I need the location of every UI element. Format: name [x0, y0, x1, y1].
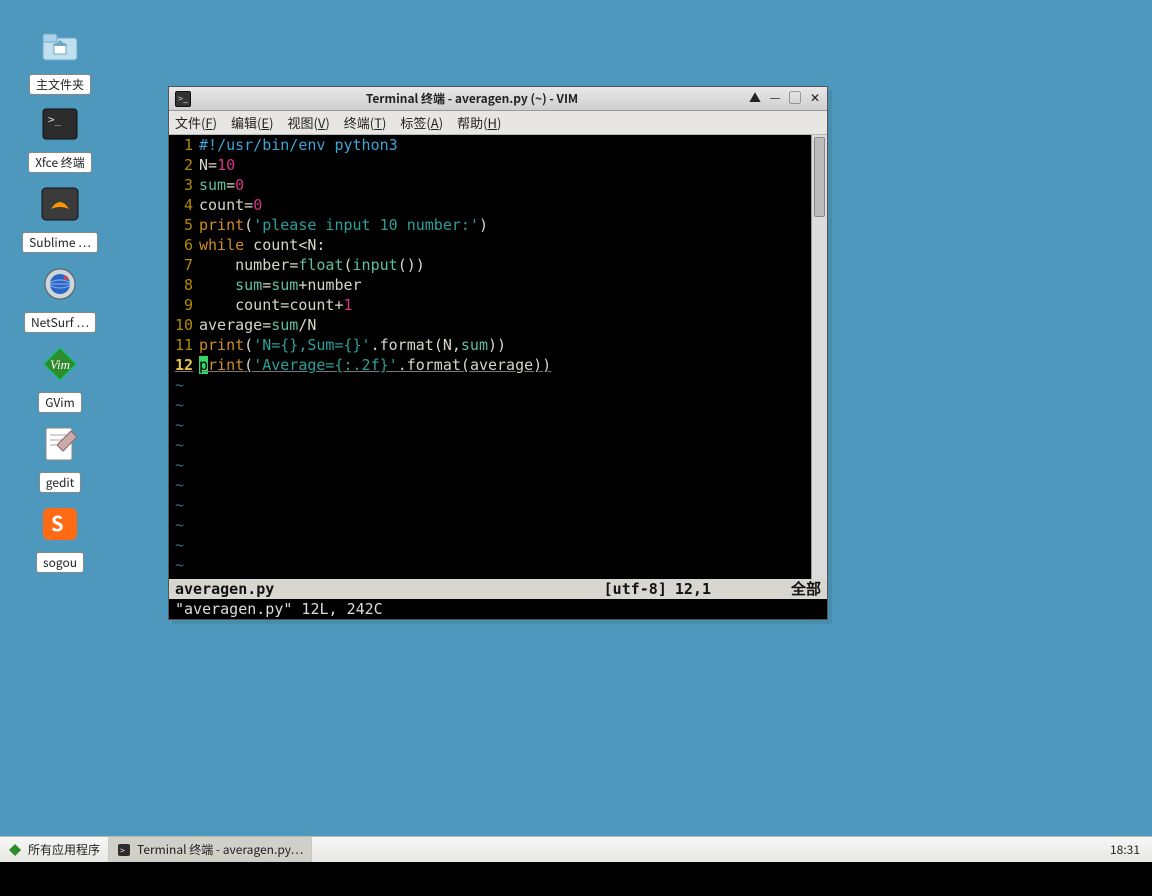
terminal-icon: >_	[40, 104, 80, 144]
titlebar[interactable]: Terminal 终端 - averagen.py (~) - VIM ▲ — …	[169, 87, 827, 111]
menubar: 文件(F) 编辑(E) 视图(V) 终端(T) 标签(A) 帮助(H)	[169, 111, 827, 135]
gedit-icon	[40, 424, 80, 464]
clock-text: 18:31	[1110, 841, 1140, 858]
folder-home-icon	[40, 26, 80, 66]
code-area: 1#!/usr/bin/env python3 2N=10 3sum=0 4co…	[169, 135, 827, 575]
desktop-icon-xfce-terminal[interactable]: >_ Xfce 终端	[18, 104, 102, 173]
vim-statusline: averagen.py [utf-8] 12,1 全部	[169, 579, 827, 599]
sogou-icon: S	[40, 504, 80, 544]
cursor: p	[199, 356, 208, 374]
desktop-icon-gedit[interactable]: gedit	[18, 424, 102, 493]
svg-text:Vim: Vim	[50, 357, 70, 372]
desktop-icon-sogou[interactable]: S sogou	[18, 504, 102, 573]
apps-menu-button[interactable]: 所有应用程序	[0, 837, 109, 863]
menu-terminal[interactable]: 终端(T)	[344, 113, 387, 132]
apps-menu-label: 所有应用程序	[28, 841, 100, 858]
desktop-icon-label: Sublime …	[22, 232, 98, 253]
vim-message-line: "averagen.py" 12L, 242C	[169, 599, 827, 619]
desktop-icon-label: GVim	[38, 392, 81, 413]
close-button[interactable]: ✕	[807, 92, 823, 106]
maximize-button[interactable]: ▢	[787, 92, 803, 106]
taskbar-task-terminal[interactable]: > Terminal 终端 - averagen.py…	[109, 837, 312, 863]
desktop-icon-label: NetSurf …	[24, 312, 96, 333]
desktop-icon-sublime[interactable]: Sublime …	[18, 184, 102, 253]
desktop[interactable]: 主文件夹 >_ Xfce 终端 Sublime … NetSurf … Vim …	[0, 0, 1152, 862]
svg-text:>_: >_	[48, 113, 62, 126]
menu-file[interactable]: 文件(F)	[175, 113, 217, 132]
menu-edit[interactable]: 编辑(E)	[231, 113, 273, 132]
terminal-icon: >	[117, 843, 131, 857]
gvim-icon: Vim	[40, 344, 80, 384]
menu-help[interactable]: 帮助(H)	[457, 113, 501, 132]
sublime-icon	[40, 184, 80, 224]
menu-tabs[interactable]: 标签(A)	[400, 113, 443, 132]
taskbar-task-label: Terminal 终端 - averagen.py…	[137, 841, 303, 858]
globe-icon	[40, 264, 80, 304]
desktop-icon-label: Xfce 终端	[28, 152, 92, 173]
desktop-icon-home[interactable]: 主文件夹	[18, 26, 102, 95]
taskbar[interactable]: 所有应用程序 > Terminal 终端 - averagen.py… 18:3…	[0, 836, 1152, 862]
svg-text:>: >	[120, 846, 125, 855]
desktop-icon-gvim[interactable]: Vim GVim	[18, 344, 102, 413]
minimize-button[interactable]: —	[767, 92, 783, 106]
terminal-window[interactable]: Terminal 终端 - averagen.py (~) - VIM ▲ — …	[168, 86, 828, 620]
desktop-icon-label: 主文件夹	[29, 74, 91, 95]
window-title: Terminal 终端 - averagen.py (~) - VIM	[197, 90, 747, 107]
menu-view[interactable]: 视图(V)	[287, 113, 329, 132]
scrollbar-thumb[interactable]	[814, 137, 825, 217]
terminal-body[interactable]: 1#!/usr/bin/env python3 2N=10 3sum=0 4co…	[169, 135, 827, 619]
apps-icon	[8, 843, 22, 857]
svg-text:S: S	[51, 508, 63, 537]
desktop-icon-netsurf[interactable]: NetSurf …	[18, 264, 102, 333]
scrollbar[interactable]	[811, 135, 827, 579]
terminal-app-icon	[175, 91, 191, 107]
bottom-black-bar	[0, 862, 1152, 896]
taskbar-clock[interactable]: 18:31	[1098, 841, 1152, 858]
desktop-icon-label: sogou	[36, 552, 84, 573]
desktop-icon-label: gedit	[39, 472, 82, 493]
rollup-button[interactable]: ▲	[747, 92, 763, 106]
